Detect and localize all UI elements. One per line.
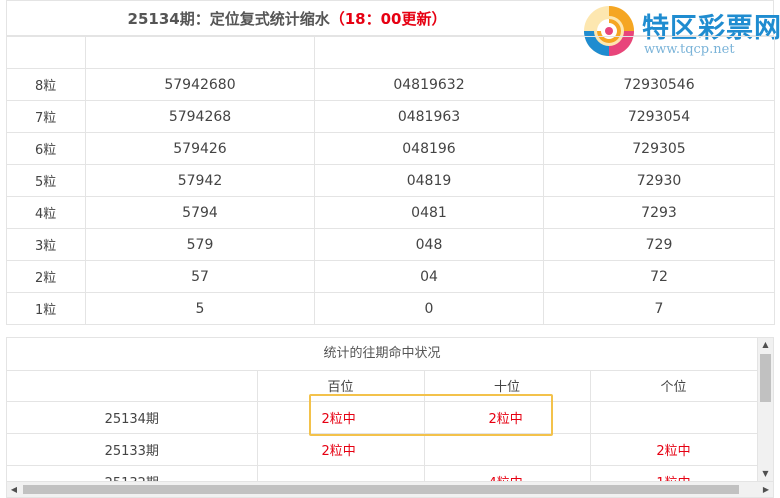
- table-cell: 04819: [314, 164, 544, 197]
- row-label: 1粒: [6, 292, 86, 325]
- row-label: 4粒: [6, 196, 86, 229]
- column-header-units: 个位: [590, 370, 758, 402]
- table-row: 4粒 5794 0481 7293: [6, 196, 775, 229]
- table-row: 2粒 57 04 72: [6, 260, 775, 293]
- table-cell: 72930546: [543, 68, 775, 101]
- row-label: 7粒: [6, 100, 86, 133]
- table-cell: 579: [85, 228, 315, 261]
- horizontal-scrollbar[interactable]: ◀ ▶: [7, 481, 773, 497]
- row-label: 3粒: [6, 228, 86, 261]
- table-cell: 729: [543, 228, 775, 261]
- vertical-scrollbar[interactable]: ▲ ▼: [757, 338, 773, 481]
- history-header-row: 百位 十位 个位: [7, 370, 758, 402]
- table-cell: 57942680: [85, 68, 315, 101]
- table-cell: 048: [314, 228, 544, 261]
- scroll-right-arrow-icon[interactable]: ▶: [759, 482, 773, 497]
- history-panel[interactable]: 统计的往期命中状况 百位 十位 个位 25134期 2粒中 2粒中 25133期…: [6, 337, 774, 498]
- position-grid: 8粒 57942680 04819632 72930546 7粒 5794268…: [6, 36, 775, 325]
- table-cell: 5: [85, 292, 315, 325]
- table-cell: 729305: [543, 132, 775, 165]
- page-title: 25134期：定位复式统计缩水（18：00更新）: [7, 1, 567, 37]
- row-label: 8粒: [6, 68, 86, 101]
- grid-header-cell: [543, 36, 775, 69]
- table-cell: 048196: [314, 132, 544, 165]
- row-label: 6粒: [6, 132, 86, 165]
- table-cell: 0481963: [314, 100, 544, 133]
- column-header-hundreds: 百位: [257, 370, 425, 402]
- table-cell: 7: [543, 292, 775, 325]
- history-title: 统计的往期命中状况: [7, 338, 757, 371]
- table-cell: 5794: [85, 196, 315, 229]
- table-row: 25133期 2粒中 2粒中: [7, 433, 758, 466]
- table-cell: 57942: [85, 164, 315, 197]
- table-cell: 0481: [314, 196, 544, 229]
- table-row: 8粒 57942680 04819632 72930546: [6, 68, 775, 101]
- grid-header-row: [6, 36, 775, 69]
- period-cell: 25133期: [7, 433, 258, 466]
- hit-cell: 2粒中: [257, 433, 425, 466]
- row-label: 5粒: [6, 164, 86, 197]
- table-cell: 579426: [85, 132, 315, 165]
- table-row: 7粒 5794268 0481963 7293054: [6, 100, 775, 133]
- vertical-scroll-thumb[interactable]: [760, 354, 771, 402]
- hit-cell: 2粒中: [257, 401, 425, 434]
- stats-panel: 25134期：定位复式统计缩水（18：00更新） 特区彩票网 www.tqcp.…: [6, 0, 780, 326]
- table-cell: 04819632: [314, 68, 544, 101]
- table-cell: 72: [543, 260, 775, 293]
- period-cell: 25134期: [7, 401, 258, 434]
- table-cell: 57: [85, 260, 315, 293]
- table-row: 6粒 579426 048196 729305: [6, 132, 775, 165]
- grid-header-cell: [314, 36, 544, 69]
- table-row: 25134期 2粒中 2粒中: [7, 401, 758, 434]
- title-main: 25134期：定位复式统计缩水: [127, 10, 330, 28]
- scroll-left-arrow-icon[interactable]: ◀: [7, 482, 21, 497]
- column-header-tens: 十位: [424, 370, 591, 402]
- update-time: （18：00更新）: [329, 10, 447, 28]
- table-row: 3粒 579 048 729: [6, 228, 775, 261]
- history-table: 百位 十位 个位 25134期 2粒中 2粒中 25133期 2粒中 2粒中 2…: [7, 370, 758, 497]
- table-cell: 72930: [543, 164, 775, 197]
- table-cell: 04: [314, 260, 544, 293]
- hit-cell: [590, 401, 758, 434]
- hit-cell: [424, 433, 591, 466]
- scroll-up-arrow-icon[interactable]: ▲: [758, 338, 773, 352]
- horizontal-scroll-thumb[interactable]: [23, 485, 739, 494]
- table-cell: 0: [314, 292, 544, 325]
- scroll-down-arrow-icon[interactable]: ▼: [758, 467, 773, 481]
- column-header: [7, 370, 258, 402]
- hit-cell: 2粒中: [590, 433, 758, 466]
- table-cell: 7293: [543, 196, 775, 229]
- table-cell: 5794268: [85, 100, 315, 133]
- table-row: 5粒 57942 04819 72930: [6, 164, 775, 197]
- row-label: 2粒: [6, 260, 86, 293]
- table-cell: 7293054: [543, 100, 775, 133]
- grid-header-cell: [85, 36, 315, 69]
- table-row: 1粒 5 0 7: [6, 292, 775, 325]
- hit-cell: 2粒中: [424, 401, 591, 434]
- grid-header-cell: [6, 36, 86, 69]
